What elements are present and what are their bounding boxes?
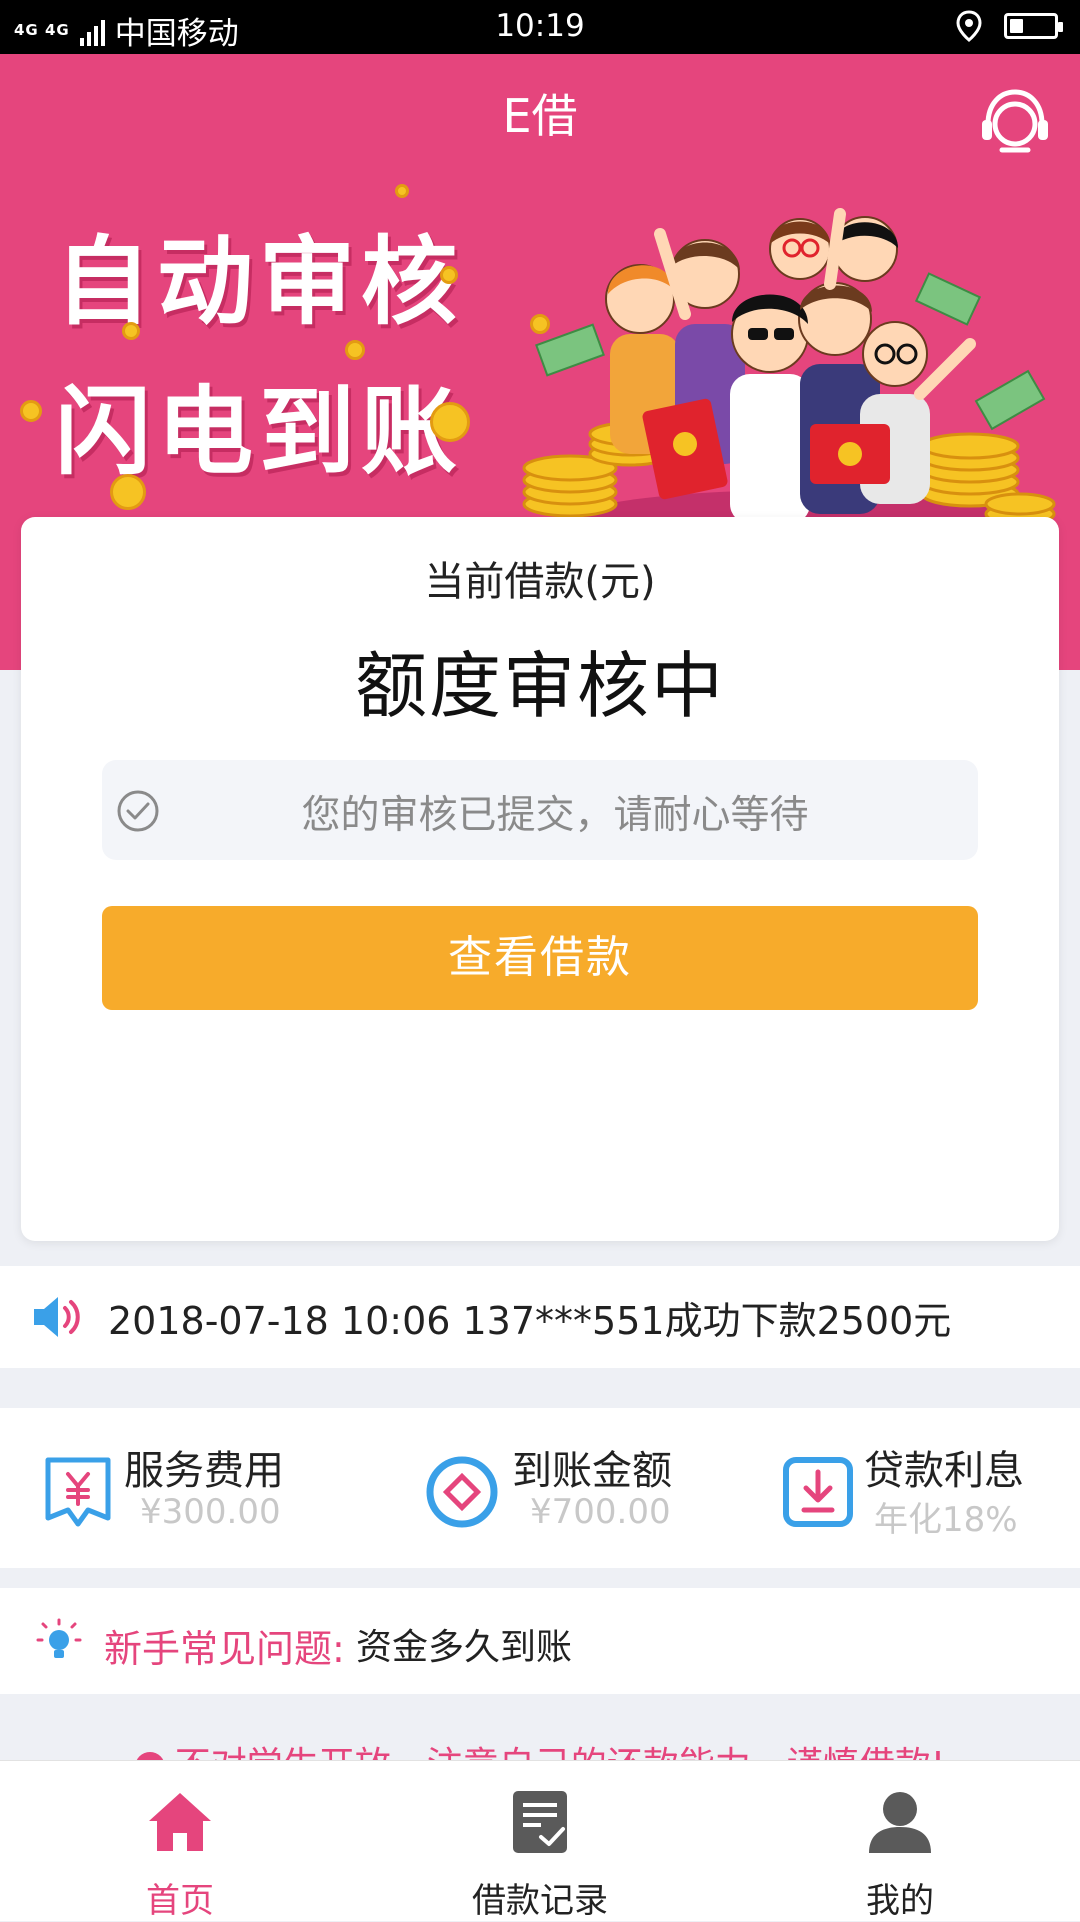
coin-decoration [20,400,42,422]
review-notice-text: 您的审核已提交，请耐心等待 [301,793,809,838]
celebration-illustration [522,208,1056,558]
stat-label: 到账金额 [512,1448,672,1494]
record-icon [513,1791,567,1853]
tab-loan-records[interactable]: 借款记录 [360,1761,720,1921]
tab-label: 首页 [146,1881,214,1921]
stat-label: 贷款利息 [864,1448,1024,1494]
coin-decoration [110,474,146,510]
stat-value: ¥300.00 [140,1492,281,1532]
tab-home[interactable]: 首页 [0,1761,360,1921]
headset-icon[interactable] [978,84,1052,158]
stat-loan-interest[interactable]: 贷款利息 年化18% [740,1408,1080,1568]
coin-decoration [122,322,140,340]
lightbulb-icon [36,1618,82,1658]
stat-received-amount[interactable]: 到账金额 ¥700.00 [380,1408,740,1568]
banner-slogan-line2: 闪电到账 [55,376,463,488]
review-notice: 您的审核已提交，请耐心等待 [102,760,978,860]
tab-label: 借款记录 [472,1881,608,1921]
coin-decoration [395,184,409,198]
tab-label: 我的 [866,1881,934,1921]
status-bar: 4G 4G 中国移动 10:19 [0,0,1080,54]
faq-row[interactable]: 新手常见问题: 资金多久到账 [0,1588,1080,1694]
tab-mine[interactable]: 我的 [720,1761,1080,1921]
stat-value: 年化18% [874,1500,1018,1540]
clock: 10:19 [495,8,585,44]
fee-summary: 服务费用 ¥300.00 到账金额 ¥700.00 贷款利息 年化18% [0,1408,1080,1568]
app-title: E借 [502,89,578,143]
stat-value: ¥700.00 [530,1492,671,1532]
view-loan-button[interactable]: 查看借款 [102,906,978,1010]
location-icon [956,10,982,42]
coin-decoration [345,340,365,360]
loan-status-card: 当前借款(元) 额度审核中 您的审核已提交，请耐心等待 查看借款 [21,517,1059,1241]
stat-service-fee[interactable]: 服务费用 ¥300.00 [0,1408,360,1568]
diamond-circle-icon [426,1456,498,1528]
user-icon [869,1792,931,1853]
home-icon [149,1793,211,1851]
coin-decoration [440,266,458,284]
stat-label: 服务费用 [124,1448,284,1494]
banner-slogan-line1: 自动审核 [55,226,463,338]
coin-decoration [430,402,470,442]
ticker-text: 2018-07-18 10:06 137***551成功下款2500元 [108,1299,952,1343]
yen-tag-icon [45,1457,111,1527]
faq-question-link[interactable]: 资金多久到账 [356,1618,572,1670]
loan-ticker: 2018-07-18 10:06 137***551成功下款2500元 [0,1266,1080,1368]
battery-icon [1004,13,1063,39]
download-box-icon [783,1457,853,1527]
faq-label: 新手常见问题: [104,1627,345,1671]
bottom-tab-bar: 首页 借款记录 我的 [0,1760,1080,1921]
speaker-icon [34,1297,80,1337]
current-loan-caption: 当前借款(元) [424,559,656,605]
loan-status-text: 额度审核中 [354,644,725,728]
